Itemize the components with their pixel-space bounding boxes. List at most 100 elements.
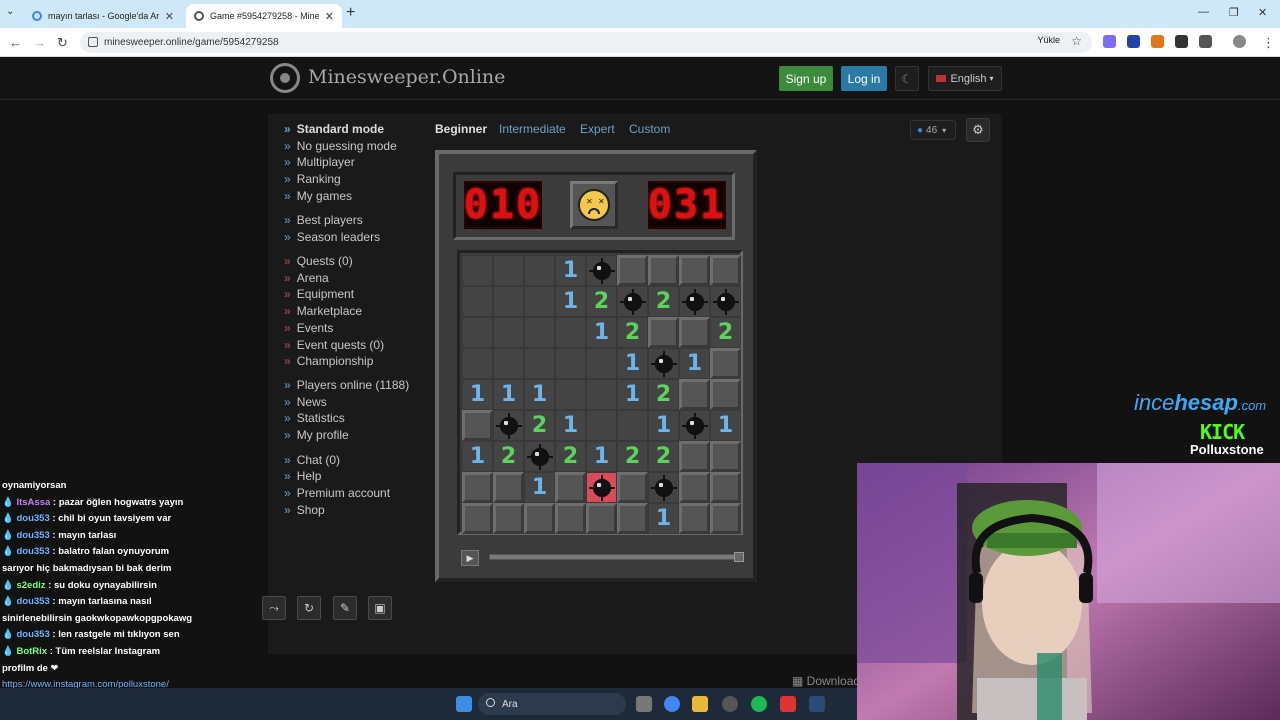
mine-cell[interactable] xyxy=(679,286,710,317)
covered-cell[interactable] xyxy=(555,503,586,534)
number-cell[interactable]: 1 xyxy=(462,379,493,410)
empty-cell[interactable] xyxy=(555,317,586,348)
empty-cell[interactable] xyxy=(524,348,555,379)
menu-quests[interactable]: Quests (0) xyxy=(284,254,353,268)
exploded-mine-cell[interactable] xyxy=(586,472,617,503)
number-cell[interactable]: 1 xyxy=(586,441,617,472)
zoom-select[interactable]: ● 46 ▾ xyxy=(910,120,956,140)
covered-cell[interactable] xyxy=(710,255,741,286)
tab-minesweeper[interactable]: Game #5954279258 - Minesw… ✕ xyxy=(186,4,342,28)
mine-cell[interactable] xyxy=(648,348,679,379)
reload-icon[interactable]: ↻ xyxy=(57,35,68,51)
new-tab-icon[interactable]: + xyxy=(346,4,355,22)
covered-cell[interactable] xyxy=(493,503,524,534)
windows-start-icon[interactable] xyxy=(456,696,472,712)
number-cell[interactable]: 1 xyxy=(555,410,586,441)
empty-cell[interactable] xyxy=(524,255,555,286)
menu-premium-account[interactable]: Premium account xyxy=(284,486,390,500)
obs-icon[interactable] xyxy=(722,696,738,712)
covered-cell[interactable] xyxy=(679,317,710,348)
menu-event-quests[interactable]: Event quests (0) xyxy=(284,338,384,352)
menu-marketplace[interactable]: Marketplace xyxy=(284,304,362,318)
face-reset-button[interactable]: ✕ ✕ xyxy=(570,181,618,229)
dark-mode-moon-icon[interactable]: ☾ xyxy=(895,66,919,91)
forward-icon[interactable]: → xyxy=(33,35,46,50)
chrome-icon[interactable] xyxy=(664,696,680,712)
file-explorer-icon[interactable] xyxy=(692,696,708,712)
url-field[interactable]: minesweeper.online/game/5954279258 Yükle… xyxy=(80,32,1092,53)
tab-google-search[interactable]: mayın tarlası - Google'da Ara ✕ xyxy=(24,4,182,28)
covered-cell[interactable] xyxy=(679,255,710,286)
signup-button[interactable]: Sign up xyxy=(779,66,833,91)
menu-shop[interactable]: Shop xyxy=(284,503,325,517)
covered-cell[interactable] xyxy=(710,441,741,472)
app-icon[interactable] xyxy=(780,696,796,712)
empty-cell[interactable] xyxy=(462,348,493,379)
puzzle-icon[interactable] xyxy=(1199,35,1212,48)
language-dropdown[interactable]: English ▾ xyxy=(928,66,1002,91)
number-cell[interactable]: 1 xyxy=(555,255,586,286)
steam-icon[interactable] xyxy=(809,696,825,712)
mine-cell[interactable] xyxy=(679,410,710,441)
close-tab-icon[interactable]: ✕ xyxy=(325,10,334,23)
profile-avatar[interactable] xyxy=(1233,35,1246,48)
covered-cell[interactable] xyxy=(710,348,741,379)
mine-cell[interactable] xyxy=(493,410,524,441)
minimize-icon[interactable]: — xyxy=(1198,6,1209,18)
share-icon[interactable]: ⤳ xyxy=(262,596,286,620)
empty-cell[interactable] xyxy=(617,410,648,441)
tab-search-icon[interactable]: ⌄ xyxy=(6,6,14,17)
login-button[interactable]: Log in xyxy=(841,66,887,91)
covered-cell[interactable] xyxy=(679,441,710,472)
menu-events[interactable]: Events xyxy=(284,321,334,335)
number-cell[interactable]: 1 xyxy=(524,472,555,503)
number-cell[interactable]: 2 xyxy=(617,441,648,472)
covered-cell[interactable] xyxy=(617,472,648,503)
extension-icon[interactable] xyxy=(1127,35,1140,48)
empty-cell[interactable] xyxy=(493,286,524,317)
edit-icon[interactable]: ✎ xyxy=(333,596,357,620)
number-cell[interactable]: 2 xyxy=(555,441,586,472)
empty-cell[interactable] xyxy=(555,348,586,379)
covered-cell[interactable] xyxy=(462,410,493,441)
extension-icon[interactable] xyxy=(1103,35,1116,48)
number-cell[interactable]: 1 xyxy=(586,317,617,348)
covered-cell[interactable] xyxy=(617,503,648,534)
menu-chat[interactable]: Chat (0) xyxy=(284,453,340,467)
menu-best-players[interactable]: Best players xyxy=(284,213,363,227)
covered-cell[interactable] xyxy=(679,379,710,410)
number-cell[interactable]: 1 xyxy=(555,286,586,317)
spotify-icon[interactable] xyxy=(751,696,767,712)
mine-logo-icon[interactable] xyxy=(270,63,300,93)
replay-slider-handle[interactable] xyxy=(734,552,744,562)
covered-cell[interactable] xyxy=(648,317,679,348)
taskbar-search[interactable]: Ara xyxy=(478,693,626,715)
number-cell[interactable]: 1 xyxy=(648,503,679,534)
close-window-icon[interactable]: ✕ xyxy=(1258,6,1267,19)
tab-expert[interactable]: Expert xyxy=(580,122,615,136)
tab-custom[interactable]: Custom xyxy=(629,122,670,136)
menu-ranking[interactable]: Ranking xyxy=(284,172,341,186)
number-cell[interactable]: 1 xyxy=(617,348,648,379)
number-cell[interactable]: 1 xyxy=(462,441,493,472)
number-cell[interactable]: 1 xyxy=(679,348,710,379)
number-cell[interactable]: 1 xyxy=(493,379,524,410)
replay-slider[interactable] xyxy=(489,552,744,562)
empty-cell[interactable] xyxy=(493,317,524,348)
screenshot-icon[interactable]: ▣ xyxy=(368,596,392,620)
mine-cell[interactable] xyxy=(524,441,555,472)
site-logo[interactable]: Minesweeper.Online xyxy=(308,66,505,88)
number-cell[interactable]: 1 xyxy=(648,410,679,441)
empty-cell[interactable] xyxy=(462,286,493,317)
covered-cell[interactable] xyxy=(710,472,741,503)
empty-cell[interactable] xyxy=(555,379,586,410)
mine-cell[interactable] xyxy=(710,286,741,317)
restore-icon[interactable]: ❐ xyxy=(1229,6,1239,19)
menu-arena[interactable]: Arena xyxy=(284,271,329,285)
settings-gear-icon[interactable]: ⚙ xyxy=(966,118,990,142)
menu-championship[interactable]: Championship xyxy=(284,354,374,368)
empty-cell[interactable] xyxy=(586,379,617,410)
number-cell[interactable]: 2 xyxy=(586,286,617,317)
covered-cell[interactable] xyxy=(679,472,710,503)
mine-cell[interactable] xyxy=(586,255,617,286)
